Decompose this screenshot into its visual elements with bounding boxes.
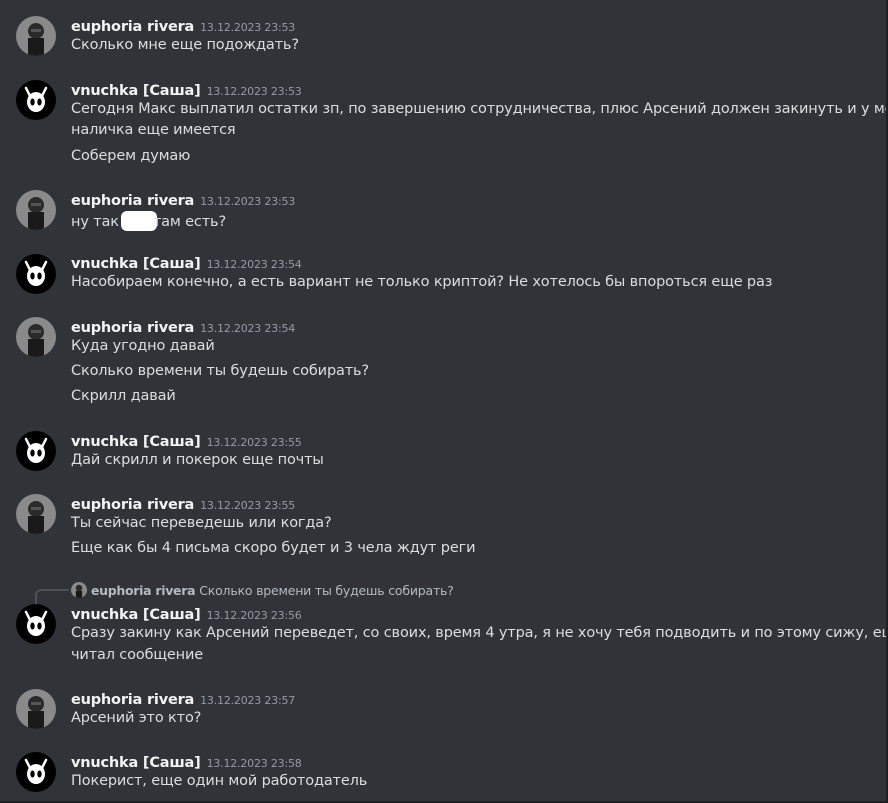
- hollow-knight-mask-avatar[interactable]: [16, 254, 56, 294]
- message-timestamp: 13.12.2023 23:53: [200, 21, 296, 34]
- message-author[interactable]: vnuchka [Саша]: [71, 607, 201, 623]
- redaction-mark: [120, 211, 157, 231]
- message-timestamp: 13.12.2023 23:55: [200, 499, 296, 512]
- message-text: Куда угодно давай: [71, 338, 215, 354]
- message-timestamp: 13.12.2023 23:54: [200, 322, 296, 335]
- reply-connector: [35, 589, 69, 605]
- message-text: Сразу закину как Арсений переведет, со с…: [71, 625, 888, 641]
- hollow-knight-mask-avatar[interactable]: [16, 431, 56, 471]
- message-author[interactable]: euphoria rivera: [71, 193, 194, 209]
- message-author[interactable]: vnuchka [Саша]: [71, 434, 201, 450]
- message-text: Сегодня Макс выплатил остатки зп, по зав…: [71, 101, 888, 117]
- user-photo-avatar[interactable]: [16, 689, 56, 729]
- message-author[interactable]: vnuchka [Саша]: [71, 755, 201, 771]
- message-text: Насобираем конечно, а есть вариант не то…: [71, 274, 773, 290]
- message-text: читал сообщение: [71, 647, 204, 663]
- hollow-knight-mask-avatar[interactable]: [16, 752, 56, 792]
- message-timestamp: 13.12.2023 23:56: [206, 609, 302, 622]
- message-timestamp: 13.12.2023 23:57: [200, 694, 296, 707]
- message-text: Сколько мне еще подождать?: [71, 37, 299, 53]
- user-photo-avatar[interactable]: [16, 494, 56, 534]
- chat-message-list[interactable]: euphoria rivera 13.12.2023 23:53 Сколько …: [0, 0, 888, 803]
- message-text: Дай скрилл и покерок еще почты: [71, 452, 324, 468]
- message-timestamp: 13.12.2023 23:55: [206, 436, 302, 449]
- reply-author[interactable]: euphoria rivera: [91, 583, 196, 598]
- message-author[interactable]: euphoria rivera: [71, 497, 194, 513]
- reply-preview[interactable]: euphoria rivera Сколько времени ты будешь…: [71, 582, 454, 600]
- message-text: Арсений это кто?: [71, 710, 202, 726]
- message-text: Ты сейчас переведешь или когда?: [71, 515, 332, 531]
- message-author[interactable]: vnuchka [Саша]: [71, 256, 201, 272]
- message-timestamp: 13.12.2023 23:54: [206, 258, 302, 271]
- message-author[interactable]: euphoria rivera: [71, 19, 194, 35]
- message-text: Скрилл давай: [71, 388, 176, 404]
- user-photo-avatar[interactable]: [16, 16, 56, 56]
- message-author[interactable]: euphoria rivera: [71, 320, 194, 336]
- message-text: Еще как бы 4 письма скоро будет и 3 чела…: [71, 540, 476, 556]
- message-text: Покерист, еще один мой работодатель: [71, 773, 368, 789]
- message-timestamp: 13.12.2023 23:53: [206, 85, 302, 98]
- message-text: наличка еще имеется: [71, 122, 236, 138]
- message-text: ну так там есть?: [71, 211, 226, 231]
- message-author[interactable]: vnuchka [Саша]: [71, 83, 201, 99]
- user-photo-avatar: [71, 582, 87, 598]
- message-author[interactable]: euphoria rivera: [71, 692, 194, 708]
- message-timestamp: 13.12.2023 23:58: [206, 757, 302, 770]
- message-text: Сколько времени ты будешь собирать?: [71, 363, 369, 379]
- message-text-part: ну так: [71, 214, 119, 230]
- message-timestamp: 13.12.2023 23:53: [200, 195, 296, 208]
- user-photo-avatar[interactable]: [16, 190, 56, 230]
- reply-text[interactable]: Сколько времени ты будешь собирать?: [199, 583, 454, 598]
- user-photo-avatar[interactable]: [16, 317, 56, 357]
- message-text: Соберем думаю: [71, 148, 191, 164]
- hollow-knight-mask-avatar[interactable]: [16, 604, 56, 644]
- message-text-part: там есть?: [152, 214, 226, 230]
- hollow-knight-mask-avatar[interactable]: [16, 80, 56, 120]
